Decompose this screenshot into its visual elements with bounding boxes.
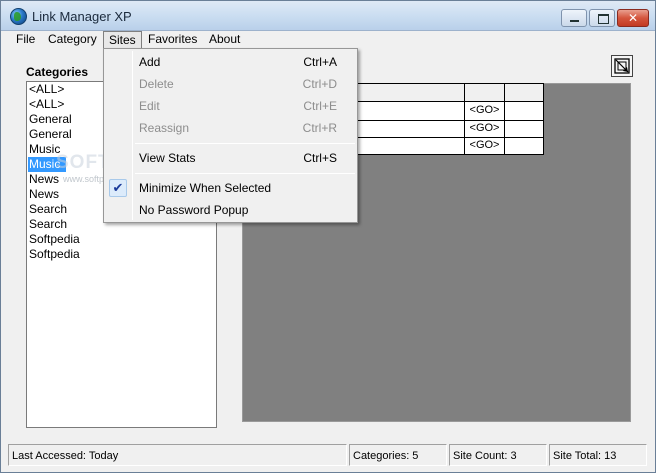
status-bar: Last Accessed: Today Categories: 5 Site … (1, 442, 655, 472)
menu-separator (135, 143, 355, 144)
minimize-button[interactable] (561, 9, 587, 27)
go-link[interactable]: <GO> (465, 120, 504, 137)
status-categories: Categories: 5 (349, 444, 447, 466)
menu-item-shortcut: Ctrl+A (303, 55, 337, 69)
menu-bar: File Category Sites Favorites About (1, 31, 655, 49)
menu-category[interactable]: Category (43, 31, 102, 49)
menu-item-label: Reassign (139, 121, 190, 135)
menu-item-label: Delete (139, 77, 174, 91)
menu-item-shortcut: Ctrl+E (303, 99, 337, 113)
menu-item-no-password-popup[interactable]: No Password Popup (106, 200, 355, 220)
menu-item-view-stats[interactable]: View Stats Ctrl+S (106, 148, 355, 168)
menu-item-edit[interactable]: Edit Ctrl+E (106, 96, 355, 116)
status-site-count: Site Count: 3 (449, 444, 547, 466)
window-title: Link Manager XP (32, 9, 132, 24)
menu-item-minimize-when-selected[interactable]: ✔ Minimize When Selected (106, 178, 355, 198)
menu-item-shortcut: Ctrl+R (302, 121, 337, 135)
close-button[interactable] (617, 9, 649, 27)
categories-heading: Categories (26, 65, 89, 79)
menu-item-delete[interactable]: Delete Ctrl+D (106, 74, 355, 94)
resize-icon (614, 58, 630, 74)
category-item[interactable]: Softpedia (28, 232, 216, 247)
status-last-accessed: Last Accessed: Today (8, 444, 347, 466)
globe-icon (10, 8, 27, 25)
go-link[interactable]: <GO> (465, 102, 504, 119)
column-divider (504, 84, 505, 154)
menu-item-label: View Stats (139, 151, 196, 165)
menu-item-label: No Password Popup (139, 203, 249, 217)
menu-sites[interactable]: Sites (103, 31, 142, 49)
menu-item-add[interactable]: Add Ctrl+A (106, 52, 355, 72)
menu-item-label: Minimize When Selected (139, 181, 272, 195)
view-toggle-button[interactable] (611, 55, 633, 77)
menu-item-label: Edit (139, 99, 160, 113)
menu-item-reassign[interactable]: Reassign Ctrl+R (106, 118, 355, 138)
category-item[interactable]: Softpedia (28, 247, 216, 262)
menu-item-shortcut: Ctrl+S (303, 151, 337, 165)
sites-menu-dropdown: Add Ctrl+A Delete Ctrl+D Edit Ctrl+E Rea… (103, 48, 358, 223)
menu-separator (135, 173, 355, 174)
checkmark-icon: ✔ (109, 179, 127, 197)
menu-about[interactable]: About (204, 31, 245, 49)
menu-favorites[interactable]: Favorites (143, 31, 202, 49)
go-link[interactable]: <GO> (465, 137, 504, 154)
menu-item-label: Add (139, 55, 161, 69)
menu-file[interactable]: File (11, 31, 40, 49)
menu-item-shortcut: Ctrl+D (302, 77, 337, 91)
title-bar[interactable]: Link Manager XP (1, 1, 655, 31)
maximize-button[interactable] (589, 9, 615, 27)
app-window: Link Manager XP File Category Sites Favo… (0, 0, 656, 473)
status-site-total: Site Total: 13 (549, 444, 647, 466)
